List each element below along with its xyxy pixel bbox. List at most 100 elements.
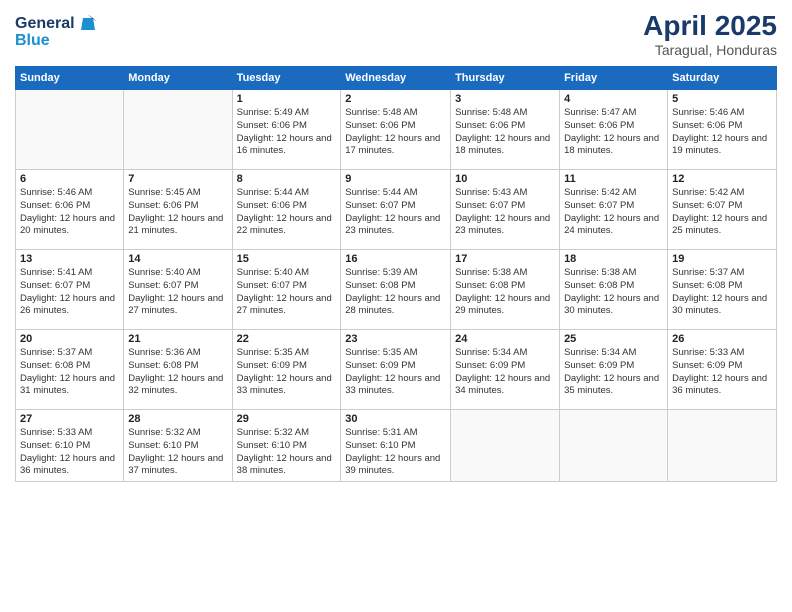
day-info: Sunrise: 5:34 AM Sunset: 6:09 PM Dayligh… xyxy=(564,347,663,398)
table-row: 9 Sunrise: 5:44 AM Sunset: 6:07 PM Daylig… xyxy=(341,170,451,250)
day-info: Sunrise: 5:48 AM Sunset: 6:06 PM Dayligh… xyxy=(455,107,555,158)
table-row: 21 Sunrise: 5:36 AM Sunset: 6:08 PM Dayli… xyxy=(124,330,232,410)
table-row: 7Sunrise: 5:45 AM Sunset: 6:06 PM Daylig… xyxy=(124,170,232,250)
header-thursday: Thursday xyxy=(451,67,560,90)
day-info: Sunrise: 5:42 AM Sunset: 6:07 PM Dayligh… xyxy=(564,187,663,238)
table-row: 13 Sunrise: 5:41 AM Sunset: 6:07 PM Dayli… xyxy=(16,250,124,330)
day-info: Sunrise: 5:33 AM Sunset: 6:10 PM Dayligh… xyxy=(20,427,119,478)
day-number: 8 xyxy=(237,173,337,185)
day-number: 30 xyxy=(345,413,446,425)
table-row xyxy=(124,90,232,170)
day-info: Sunrise: 5:38 AM Sunset: 6:08 PM Dayligh… xyxy=(455,267,555,318)
calendar-header-row: Sunday Monday Tuesday Wednesday Thursday… xyxy=(16,67,777,90)
table-row: 15 Sunrise: 5:40 AM Sunset: 6:07 PM Dayli… xyxy=(232,250,341,330)
svg-text:Blue: Blue xyxy=(15,32,50,49)
table-row: 14 Sunrise: 5:40 AM Sunset: 6:07 PM Dayli… xyxy=(124,250,232,330)
table-row: 4Sunrise: 5:47 AM Sunset: 6:06 PM Daylig… xyxy=(560,90,668,170)
day-info: Sunrise: 5:37 AM Sunset: 6:08 PM Dayligh… xyxy=(672,267,772,318)
header-wednesday: Wednesday xyxy=(341,67,451,90)
day-number: 14 xyxy=(128,253,227,265)
title-section: April 2025 Taragual, Honduras xyxy=(643,10,777,58)
day-info: Sunrise: 5:35 AM Sunset: 6:09 PM Dayligh… xyxy=(237,347,337,398)
table-row: 25 Sunrise: 5:34 AM Sunset: 6:09 PM Dayli… xyxy=(560,330,668,410)
table-row: 20Sunrise: 5:37 AM Sunset: 6:08 PM Dayli… xyxy=(16,330,124,410)
table-row: 8 Sunrise: 5:44 AM Sunset: 6:06 PM Daylig… xyxy=(232,170,341,250)
day-info: Sunrise: 5:44 AM Sunset: 6:06 PM Dayligh… xyxy=(237,187,337,238)
day-number: 5 xyxy=(672,93,772,105)
day-number: 22 xyxy=(237,333,337,345)
table-row: 23Sunrise: 5:35 AM Sunset: 6:09 PM Dayli… xyxy=(341,330,451,410)
table-row: 10 Sunrise: 5:43 AM Sunset: 6:07 PM Dayli… xyxy=(451,170,560,250)
day-number: 6 xyxy=(20,173,119,185)
day-number: 10 xyxy=(455,173,555,185)
logo: General Blue xyxy=(15,10,105,57)
table-row: 3 Sunrise: 5:48 AM Sunset: 6:06 PM Daylig… xyxy=(451,90,560,170)
day-number: 23 xyxy=(345,333,446,345)
day-info: Sunrise: 5:38 AM Sunset: 6:08 PM Dayligh… xyxy=(564,267,663,318)
table-row: 29 Sunrise: 5:32 AM Sunset: 6:10 PM Dayli… xyxy=(232,410,341,482)
day-number: 13 xyxy=(20,253,119,265)
table-row: 16Sunrise: 5:39 AM Sunset: 6:08 PM Dayli… xyxy=(341,250,451,330)
day-number: 26 xyxy=(672,333,772,345)
header-monday: Monday xyxy=(124,67,232,90)
day-info: Sunrise: 5:41 AM Sunset: 6:07 PM Dayligh… xyxy=(20,267,119,318)
table-row: 30 Sunrise: 5:31 AM Sunset: 6:10 PM Dayli… xyxy=(341,410,451,482)
day-info: Sunrise: 5:49 AM Sunset: 6:06 PM Dayligh… xyxy=(237,107,337,158)
day-info: Sunrise: 5:39 AM Sunset: 6:08 PM Dayligh… xyxy=(345,267,446,318)
table-row: 19 Sunrise: 5:37 AM Sunset: 6:08 PM Dayli… xyxy=(668,250,777,330)
table-row: 5 Sunrise: 5:46 AM Sunset: 6:06 PM Daylig… xyxy=(668,90,777,170)
day-number: 29 xyxy=(237,413,337,425)
header-sunday: Sunday xyxy=(16,67,124,90)
table-row xyxy=(668,410,777,482)
day-info: Sunrise: 5:40 AM Sunset: 6:07 PM Dayligh… xyxy=(237,267,337,318)
day-info: Sunrise: 5:42 AM Sunset: 6:07 PM Dayligh… xyxy=(672,187,772,238)
header: General Blue April 2025 Taragual, Hondur… xyxy=(15,10,777,58)
day-number: 9 xyxy=(345,173,446,185)
day-number: 25 xyxy=(564,333,663,345)
day-info: Sunrise: 5:46 AM Sunset: 6:06 PM Dayligh… xyxy=(20,187,119,238)
table-row: 11Sunrise: 5:42 AM Sunset: 6:07 PM Dayli… xyxy=(560,170,668,250)
day-info: Sunrise: 5:36 AM Sunset: 6:08 PM Dayligh… xyxy=(128,347,227,398)
page: General Blue April 2025 Taragual, Hondur… xyxy=(0,0,792,612)
table-row: 27 Sunrise: 5:33 AM Sunset: 6:10 PM Dayli… xyxy=(16,410,124,482)
table-row xyxy=(560,410,668,482)
day-number: 24 xyxy=(455,333,555,345)
table-row: 6 Sunrise: 5:46 AM Sunset: 6:06 PM Daylig… xyxy=(16,170,124,250)
day-info: Sunrise: 5:46 AM Sunset: 6:06 PM Dayligh… xyxy=(672,107,772,158)
day-info: Sunrise: 5:32 AM Sunset: 6:10 PM Dayligh… xyxy=(237,427,337,478)
day-info: Sunrise: 5:34 AM Sunset: 6:09 PM Dayligh… xyxy=(455,347,555,398)
day-info: Sunrise: 5:31 AM Sunset: 6:10 PM Dayligh… xyxy=(345,427,446,478)
day-number: 12 xyxy=(672,173,772,185)
day-number: 2 xyxy=(345,93,446,105)
day-info: Sunrise: 5:32 AM Sunset: 6:10 PM Dayligh… xyxy=(128,427,227,478)
day-number: 21 xyxy=(128,333,227,345)
day-number: 1 xyxy=(237,93,337,105)
day-number: 15 xyxy=(237,253,337,265)
table-row: 12 Sunrise: 5:42 AM Sunset: 6:07 PM Dayli… xyxy=(668,170,777,250)
table-row: 26 Sunrise: 5:33 AM Sunset: 6:09 PM Dayli… xyxy=(668,330,777,410)
table-row: 18 Sunrise: 5:38 AM Sunset: 6:08 PM Dayli… xyxy=(560,250,668,330)
day-number: 19 xyxy=(672,253,772,265)
day-number: 3 xyxy=(455,93,555,105)
day-number: 17 xyxy=(455,253,555,265)
svg-text:General: General xyxy=(15,15,75,32)
header-saturday: Saturday xyxy=(668,67,777,90)
day-info: Sunrise: 5:43 AM Sunset: 6:07 PM Dayligh… xyxy=(455,187,555,238)
table-row: 24 Sunrise: 5:34 AM Sunset: 6:09 PM Dayli… xyxy=(451,330,560,410)
day-info: Sunrise: 5:37 AM Sunset: 6:08 PM Dayligh… xyxy=(20,347,119,398)
day-number: 7 xyxy=(128,173,227,185)
day-number: 18 xyxy=(564,253,663,265)
day-info: Sunrise: 5:33 AM Sunset: 6:09 PM Dayligh… xyxy=(672,347,772,398)
day-info: Sunrise: 5:40 AM Sunset: 6:07 PM Dayligh… xyxy=(128,267,227,318)
table-row: 17 Sunrise: 5:38 AM Sunset: 6:08 PM Dayli… xyxy=(451,250,560,330)
month-title: April 2025 xyxy=(643,10,777,42)
day-info: Sunrise: 5:44 AM Sunset: 6:07 PM Dayligh… xyxy=(345,187,446,238)
logo-icon: General Blue xyxy=(15,10,105,52)
day-number: 4 xyxy=(564,93,663,105)
table-row: 1 Sunrise: 5:49 AM Sunset: 6:06 PM Daylig… xyxy=(232,90,341,170)
table-row: 28Sunrise: 5:32 AM Sunset: 6:10 PM Dayli… xyxy=(124,410,232,482)
day-number: 27 xyxy=(20,413,119,425)
location-title: Taragual, Honduras xyxy=(643,42,777,58)
header-tuesday: Tuesday xyxy=(232,67,341,90)
calendar-table: Sunday Monday Tuesday Wednesday Thursday… xyxy=(15,66,777,482)
